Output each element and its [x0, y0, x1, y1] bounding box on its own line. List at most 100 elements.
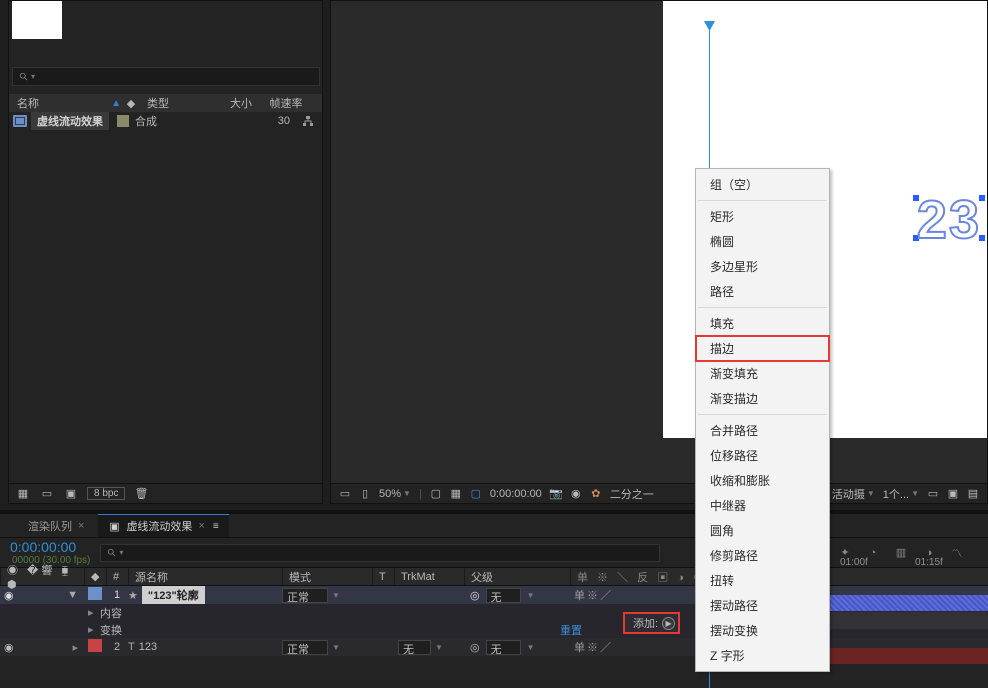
project-item-row[interactable]: 虚线流动效果 合成 30 — [9, 112, 322, 130]
close-icon[interactable]: × — [78, 520, 84, 532]
menu-item[interactable]: 摆动路径 — [696, 593, 829, 618]
tab-menu-icon[interactable]: ≡ — [213, 521, 219, 532]
snapshot-icon[interactable]: 📷 — [550, 488, 562, 500]
index-column[interactable]: # — [106, 568, 128, 585]
project-search-input[interactable]: ▾ — [12, 67, 320, 86]
project-column-header: 名称▲ ◆ 类型 大小 帧速率 — [9, 94, 322, 112]
layer-label-color[interactable] — [88, 639, 102, 652]
fast-preview-icon[interactable]: ▣ — [947, 488, 959, 500]
menu-item[interactable]: 填充 — [696, 311, 829, 336]
trkmat-column[interactable]: TrkMat — [394, 568, 464, 585]
project-item-type: 合成 — [135, 113, 205, 129]
show-snapshot-icon[interactable]: ◉ — [570, 488, 582, 500]
grid-icon[interactable]: ▦ — [450, 488, 462, 500]
menu-item[interactable]: 位移路径 — [696, 443, 829, 468]
text-layer-123[interactable]: 2 3 — [917, 189, 981, 251]
trkmat-dropdown[interactable]: 无 — [398, 640, 431, 655]
menu-item[interactable]: 圆角 — [696, 518, 829, 543]
menu-item[interactable]: 路径 — [696, 279, 829, 304]
project-item-name[interactable]: 虚线流动效果 — [31, 112, 109, 130]
selection-handle[interactable] — [979, 195, 985, 201]
menu-item[interactable]: 组（空） — [696, 172, 829, 197]
menu-item[interactable]: Z 字形 — [696, 643, 829, 668]
menu-item[interactable]: 多边星形 — [696, 254, 829, 279]
composition-icon — [13, 115, 27, 127]
project-panel: ▾ 名称▲ ◆ 类型 大小 帧速率 虚线流动效果 合成 30 ▦ ▭ ▣ 8 b… — [8, 0, 323, 504]
shape-layer-icon: ★ — [128, 589, 138, 602]
selection-handle[interactable] — [979, 235, 985, 241]
menu-item[interactable]: 扭转 — [696, 568, 829, 593]
visibility-toggle[interactable]: ◉ — [4, 589, 14, 602]
safe-zones-icon[interactable]: ▢ — [430, 488, 442, 500]
layer-name[interactable]: "123"轮廓 — [142, 586, 205, 604]
menu-item[interactable]: 描边 — [696, 336, 829, 361]
menu-item[interactable]: 收缩和膨胀 — [696, 468, 829, 493]
search-icon — [19, 72, 29, 82]
composition-viewer: 2 3 ▭ ▯ 50%▼ | ▢ ▦ ▢ 0:00:00:00 📷 ◉ ✿ 二分… — [330, 0, 988, 504]
bpc-button[interactable]: 8 bpc — [87, 487, 125, 500]
active-camera-dropdown[interactable]: 活动摄▼ — [832, 486, 875, 502]
menu-item[interactable]: 摆动变换 — [696, 618, 829, 643]
view-count-dropdown[interactable]: 1个...▼ — [883, 486, 919, 502]
av-columns[interactable]: ◉ �響 ⧯ ⬢ — [0, 568, 84, 585]
reset-button[interactable]: 重置 — [560, 622, 582, 638]
viewer-footer: ▭ ▯ 50%▼ | ▢ ▦ ▢ 0:00:00:00 📷 ◉ ✿ 二分之一 活… — [331, 483, 987, 503]
search-icon — [107, 548, 117, 558]
source-name-column[interactable]: 源名称 — [128, 568, 282, 585]
text-layer-icon: T — [128, 641, 135, 653]
menu-item[interactable]: 渐变填充 — [696, 361, 829, 386]
column-size[interactable]: 大小 — [221, 95, 261, 111]
menu-item[interactable]: 修剪路径 — [696, 543, 829, 568]
interpret-footage-icon[interactable]: ▦ — [15, 487, 31, 501]
label-column[interactable]: ◆ — [84, 568, 106, 585]
menu-item[interactable]: 合并路径 — [696, 418, 829, 443]
add-content-context-menu: 组（空） 矩形椭圆多边星形路径填充描边渐变填充渐变描边合并路径位移路径收缩和膨胀中… — [695, 168, 830, 672]
mask-icon[interactable]: ▢ — [470, 488, 482, 500]
composition-thumbnail[interactable] — [12, 1, 62, 39]
zoom-dropdown[interactable]: 50%▼ — [379, 488, 411, 500]
column-label-icon[interactable]: ◆ — [121, 97, 141, 110]
column-name[interactable]: 名称▲ — [9, 95, 121, 111]
current-time[interactable]: 0:00:00:00 — [490, 488, 542, 500]
menu-item[interactable]: 矩形 — [696, 204, 829, 229]
project-footer: ▦ ▭ ▣ 8 bpc 🗑 — [9, 483, 322, 503]
parent-dropdown[interactable]: 无 — [486, 640, 521, 655]
pickwhip-icon[interactable]: ◎ — [470, 589, 480, 602]
timeline-icon[interactable]: ▤ — [967, 488, 979, 500]
parent-column[interactable]: 父级 — [464, 568, 570, 585]
color-mgmt-icon[interactable]: ✿ — [590, 488, 602, 500]
menu-item[interactable]: 中继器 — [696, 493, 829, 518]
pickwhip-icon[interactable]: ◎ — [470, 641, 480, 654]
visibility-toggle[interactable]: ◉ — [4, 641, 14, 654]
current-timecode[interactable]: 0:00:00:00 — [10, 539, 90, 555]
monitor-icon[interactable]: ▭ — [339, 488, 351, 500]
new-folder-icon[interactable]: ▭ — [39, 487, 55, 501]
new-comp-icon[interactable]: ▣ — [63, 487, 79, 501]
trash-icon[interactable]: 🗑 — [133, 487, 149, 501]
menu-item[interactable]: 渐变描边 — [696, 386, 829, 411]
twirl-icon[interactable]: ▸ — [88, 623, 100, 636]
close-icon[interactable]: × — [198, 520, 204, 532]
sort-caret-icon: ▲ — [111, 98, 121, 109]
tab-render-queue[interactable]: 渲染队列× — [18, 515, 94, 537]
layer-index: 1 — [106, 589, 128, 601]
column-fps[interactable]: 帧速率 — [261, 95, 311, 111]
blend-mode-dropdown[interactable]: 正常 — [282, 640, 328, 655]
preserve-transparency-column[interactable]: T — [372, 568, 394, 585]
blend-mode-dropdown[interactable]: 正常 — [282, 588, 328, 603]
parent-dropdown[interactable]: 无 — [486, 588, 521, 603]
toggle-alpha-icon[interactable]: ▯ — [359, 488, 371, 500]
add-content-button[interactable]: 添加: ▶ — [623, 612, 680, 634]
layer-label-color[interactable] — [88, 587, 102, 600]
tab-composition[interactable]: ▣虚线流动效果×≡ — [98, 514, 228, 537]
resolution-dropdown[interactable]: 二分之一 — [610, 486, 654, 502]
pixel-aspect-icon[interactable]: ▭ — [927, 488, 939, 500]
mode-column[interactable]: 模式 — [282, 568, 372, 585]
flowchart-icon[interactable] — [302, 115, 314, 127]
project-item-label-color[interactable] — [117, 115, 129, 127]
layer-name[interactable]: 123 — [139, 641, 157, 653]
column-type[interactable]: 类型 — [141, 95, 221, 111]
timeline-search-input[interactable]: ▾ — [100, 544, 660, 562]
twirl-icon[interactable]: ▸ — [88, 606, 100, 619]
menu-item[interactable]: 椭圆 — [696, 229, 829, 254]
